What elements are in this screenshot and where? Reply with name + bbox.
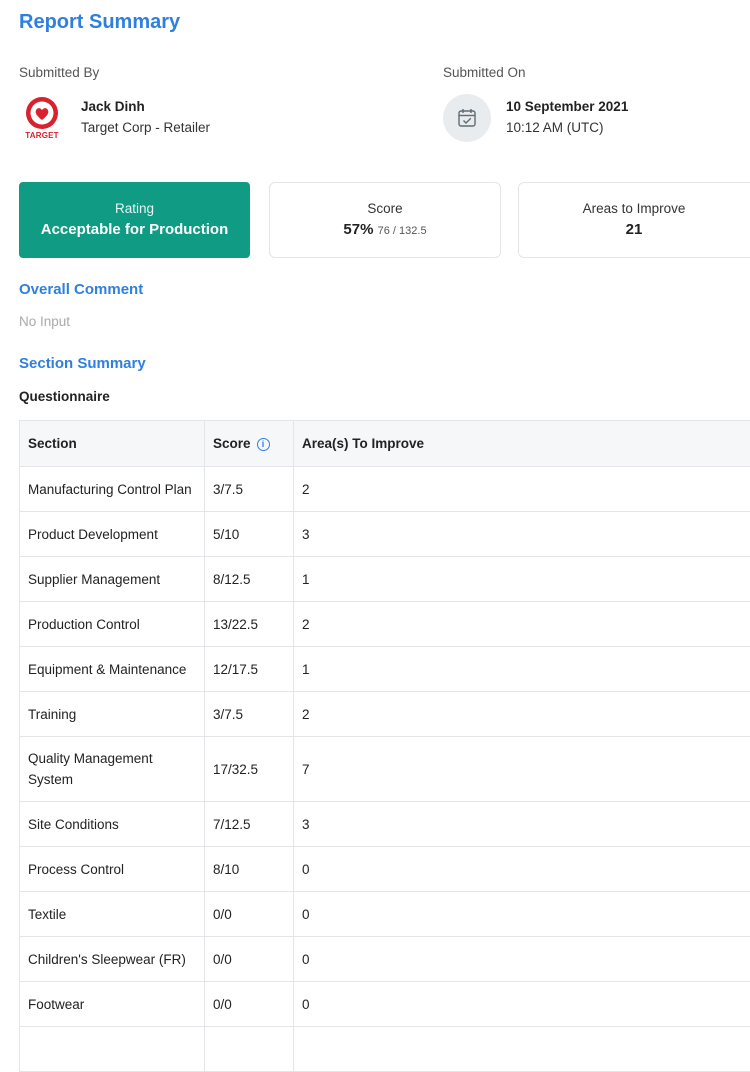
areas-cell: 7	[294, 737, 750, 802]
rating-value: Acceptable for Production	[20, 221, 249, 238]
section-cell: Training	[20, 692, 205, 737]
score-cell: 5/10	[205, 512, 294, 557]
areas-cell: 3	[294, 512, 750, 557]
table-row: Training3/7.52	[20, 692, 750, 737]
areas-label: Areas to Improve	[519, 201, 749, 216]
calendar-check-icon	[458, 108, 476, 127]
areas-cell: 2	[294, 692, 750, 737]
score-cell: 0/0	[205, 982, 294, 1027]
score-cell: 12/17.5	[205, 647, 294, 692]
submitted-date: 10 September 2021	[506, 99, 628, 114]
column-header-section: Section	[20, 421, 205, 467]
section-cell: Production Control	[20, 602, 205, 647]
submitter-org: Target Corp - Retailer	[81, 120, 210, 135]
submitted-by-label: Submitted By	[19, 65, 99, 80]
submitted-on-label: Submitted On	[443, 65, 526, 80]
section-cell: Equipment & Maintenance	[20, 647, 205, 692]
section-summary-title: Section Summary	[19, 355, 146, 372]
questionnaire-label: Questionnaire	[19, 389, 110, 404]
submitted-time: 10:12 AM (UTC)	[506, 120, 604, 135]
section-cell: Site Conditions	[20, 802, 205, 847]
target-logo-icon	[25, 96, 59, 130]
score-cell: 0/0	[205, 937, 294, 982]
table-row: Children's Sleepwear (FR)0/00	[20, 937, 750, 982]
areas-cell: 1	[294, 557, 750, 602]
section-cell: Children's Sleepwear (FR)	[20, 937, 205, 982]
areas-cell: 3	[294, 802, 750, 847]
score-cell: 3/7.5	[205, 692, 294, 737]
score-cell: 3/7.5	[205, 467, 294, 512]
score-cell: 8/12.5	[205, 557, 294, 602]
score-cell: 17/32.5	[205, 737, 294, 802]
submitter-name: Jack Dinh	[81, 99, 145, 114]
score-card: Score 57% 76 / 132.5	[269, 182, 501, 258]
table-row: Site Conditions7/12.53	[20, 802, 750, 847]
table-header-row: Section Scorei Area(s) To Improve	[20, 421, 750, 467]
section-cell: Textile	[20, 892, 205, 937]
score-cell: 13/22.5	[205, 602, 294, 647]
table-row: Manufacturing Control Plan3/7.52	[20, 467, 750, 512]
areas-cell: 0	[294, 982, 750, 1027]
areas-cell: 2	[294, 602, 750, 647]
areas-value: 21	[519, 221, 749, 238]
score-percent: 57%	[343, 221, 373, 238]
areas-card: Areas to Improve 21	[518, 182, 750, 258]
table-row: Supplier Management8/12.51	[20, 557, 750, 602]
score-cell: 8/10	[205, 847, 294, 892]
score-cell: 7/12.5	[205, 802, 294, 847]
score-cell: 0/0	[205, 892, 294, 937]
section-cell: Product Development	[20, 512, 205, 557]
page-title: Report Summary	[19, 11, 180, 34]
section-cell: Manufacturing Control Plan	[20, 467, 205, 512]
overall-comment-title: Overall Comment	[19, 281, 143, 298]
score-detail: 76 / 132.5	[378, 225, 427, 237]
section-cell: Footwear	[20, 982, 205, 1027]
table-row: Quality Management System17/32.57	[20, 737, 750, 802]
calendar-avatar	[443, 94, 491, 142]
info-icon[interactable]: i	[257, 438, 270, 451]
score-label: Score	[270, 201, 500, 216]
section-cell: Process Control	[20, 847, 205, 892]
table-row: Footwear0/00	[20, 982, 750, 1027]
areas-cell: 0	[294, 847, 750, 892]
section-cell: Quality Management System	[20, 737, 205, 802]
target-logo: TARGET	[22, 96, 62, 144]
logo-text: TARGET	[22, 131, 62, 140]
section-summary-table: Section Scorei Area(s) To Improve Manufa…	[19, 420, 750, 1072]
table-row: Textile0/00	[20, 892, 750, 937]
areas-cell: 1	[294, 647, 750, 692]
areas-cell: 0	[294, 937, 750, 982]
table-row	[20, 1027, 750, 1072]
table-row: Product Development5/103	[20, 512, 750, 557]
areas-cell: 0	[294, 892, 750, 937]
column-header-score: Scorei	[205, 421, 294, 467]
overall-comment-value: No Input	[19, 314, 70, 329]
score-value: 57% 76 / 132.5	[270, 221, 500, 238]
table-row: Production Control13/22.52	[20, 602, 750, 647]
table-row: Equipment & Maintenance12/17.51	[20, 647, 750, 692]
section-cell: Supplier Management	[20, 557, 205, 602]
rating-label: Rating	[20, 201, 249, 216]
column-header-areas: Area(s) To Improve	[294, 421, 750, 467]
score-header-label: Score	[213, 436, 251, 451]
table-row: Process Control8/100	[20, 847, 750, 892]
rating-card: Rating Acceptable for Production	[19, 182, 250, 258]
areas-cell: 2	[294, 467, 750, 512]
